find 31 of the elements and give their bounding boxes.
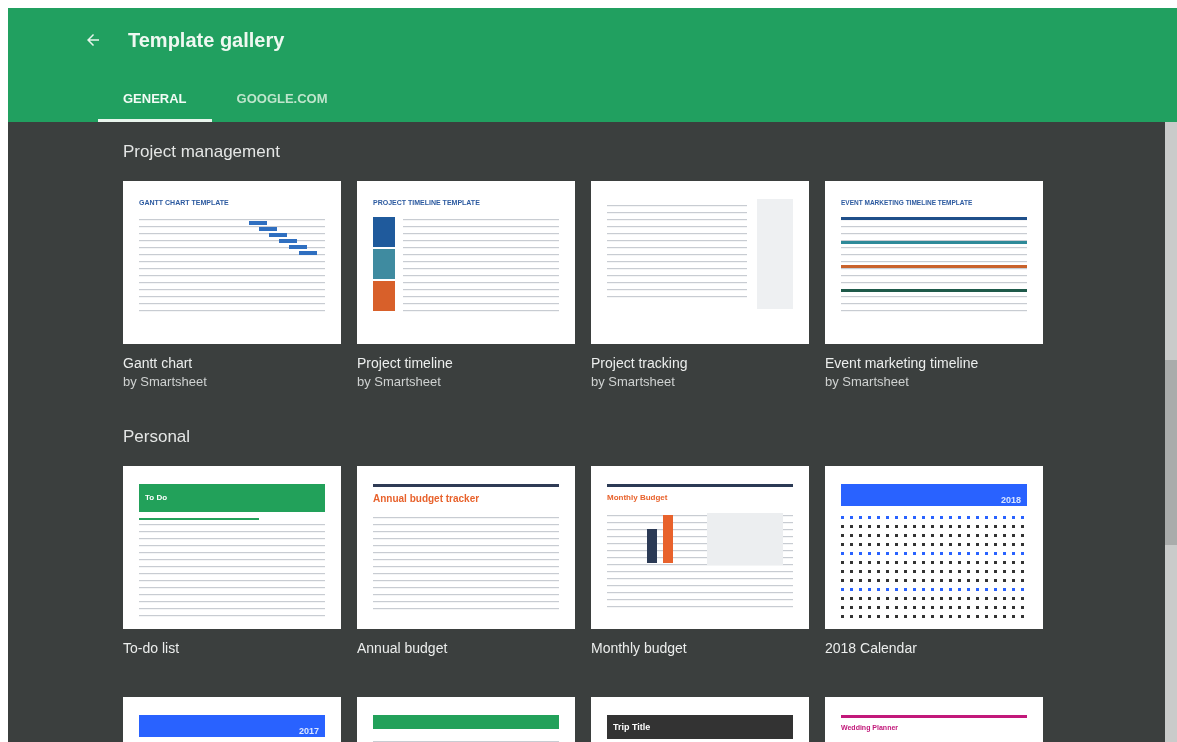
template-thumbnail[interactable]: To Do xyxy=(123,466,341,629)
template-author: by Smartsheet xyxy=(123,373,208,391)
template-name: Event marketing timeline xyxy=(825,354,980,372)
template-name: Gantt chart xyxy=(123,354,194,372)
template-name: To-do list xyxy=(123,639,181,657)
template-name: Project tracking xyxy=(591,354,689,372)
document-heading: To Do xyxy=(145,493,168,503)
template-name: 2018 Calendar xyxy=(825,639,918,657)
template-author: by Smartsheet xyxy=(357,373,442,391)
scrollbar-thumb[interactable] xyxy=(1165,360,1177,545)
template-thumbnail[interactable]: 2018 xyxy=(825,466,1043,629)
section-heading: Personal xyxy=(123,426,192,448)
template-author: by Smartsheet xyxy=(825,373,910,391)
template-thumbnail[interactable]: Monthly Budget xyxy=(591,466,809,629)
document-heading: Trip Title xyxy=(613,721,651,733)
document-heading: 2017 xyxy=(298,726,319,737)
category-tab[interactable]: GOOGLE.COM xyxy=(211,72,353,122)
category-tab[interactable]: GENERAL xyxy=(98,72,212,122)
template-thumbnail[interactable] xyxy=(591,181,809,344)
template-thumbnail[interactable]: Trip Title xyxy=(591,697,809,742)
template-thumbnail[interactable]: Annual budget tracker xyxy=(357,466,575,629)
template-author: by Smartsheet xyxy=(591,373,676,391)
template-name: Annual budget xyxy=(357,639,449,657)
document-heading: 2018 xyxy=(1000,495,1021,506)
section-heading: Project management xyxy=(123,141,281,163)
document-heading: Monthly Budget xyxy=(607,493,669,503)
template-thumbnail[interactable]: 2017 xyxy=(123,697,341,742)
template-name: Monthly budget xyxy=(591,639,688,657)
document-heading: Annual budget tracker xyxy=(373,493,481,505)
template-name: Project timeline xyxy=(357,354,454,372)
page-title: Template gallery xyxy=(128,28,285,52)
